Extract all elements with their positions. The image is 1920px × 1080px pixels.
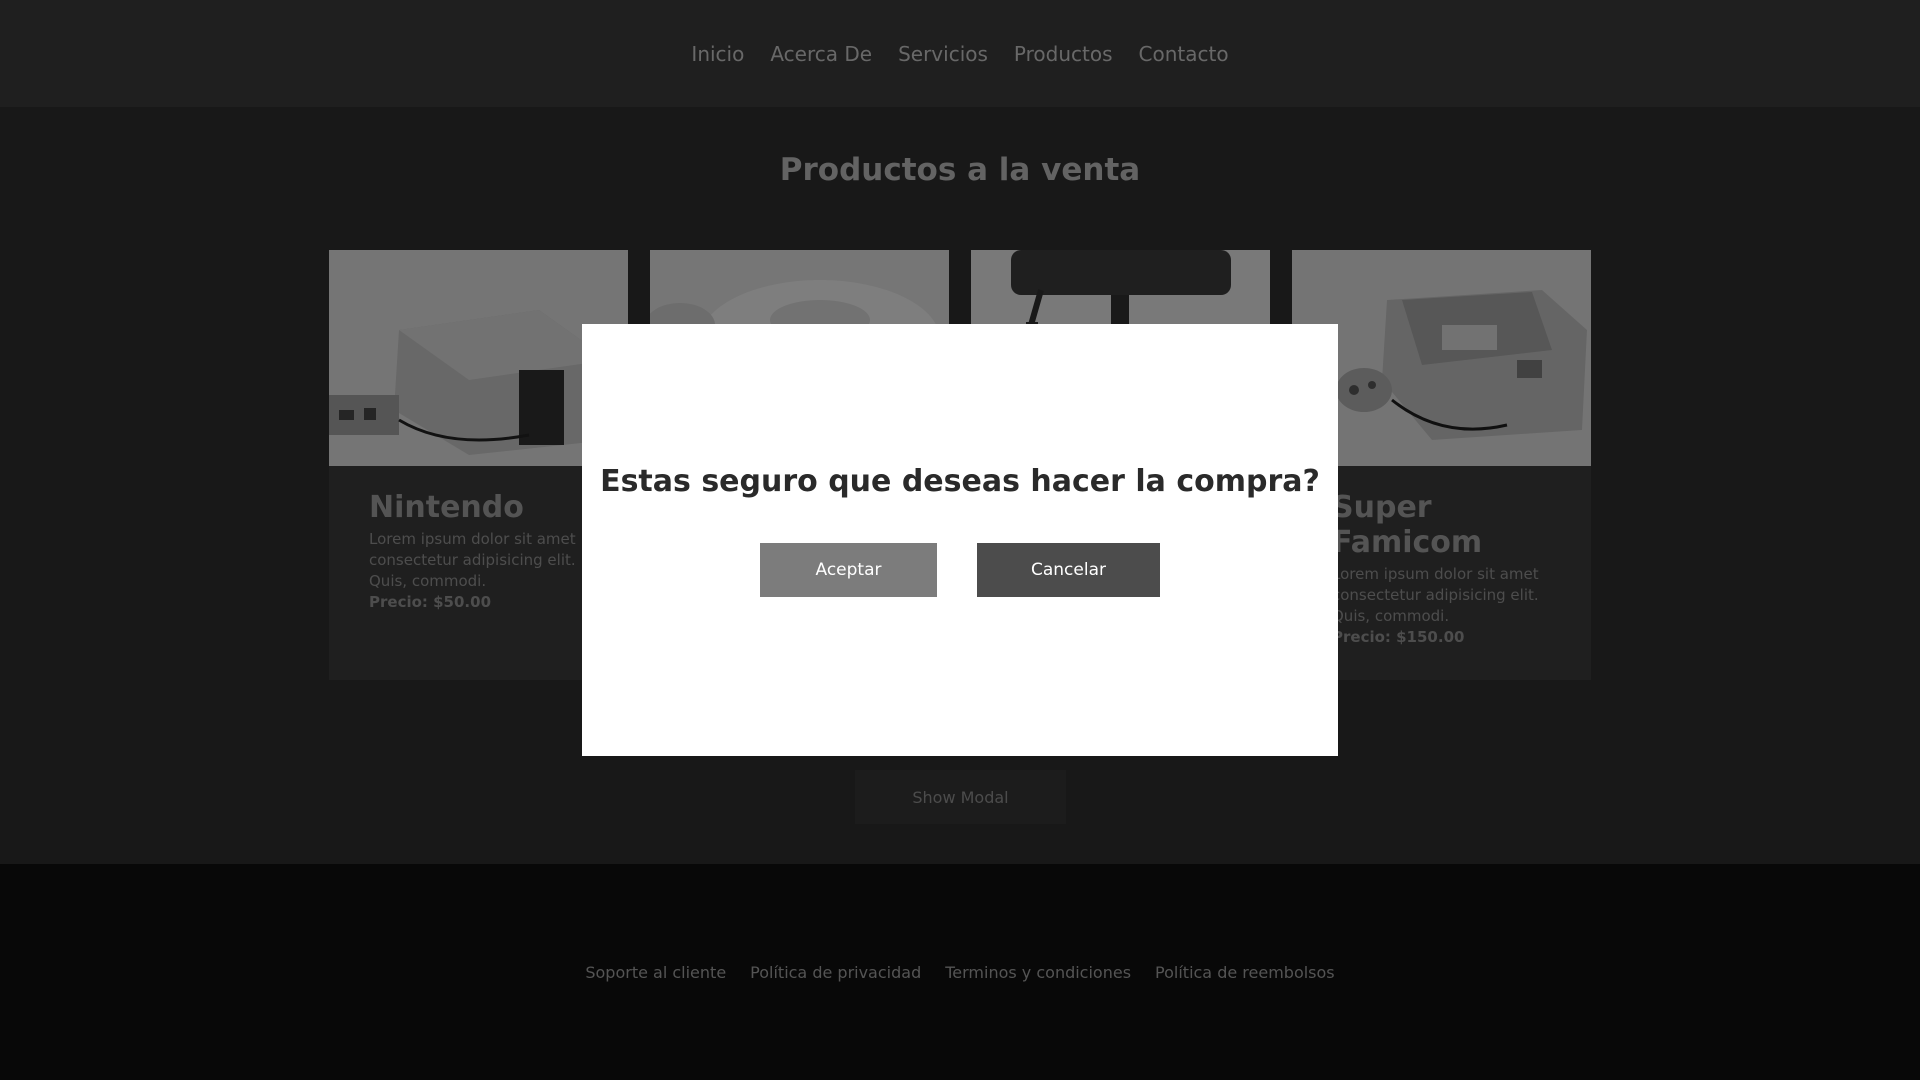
cancel-button[interactable]: Cancelar [977, 543, 1160, 597]
accept-button[interactable]: Aceptar [760, 543, 937, 597]
confirm-purchase-modal: Estas seguro que deseas hacer la compra?… [582, 324, 1338, 756]
modal-question: Estas seguro que deseas hacer la compra? [600, 464, 1320, 499]
